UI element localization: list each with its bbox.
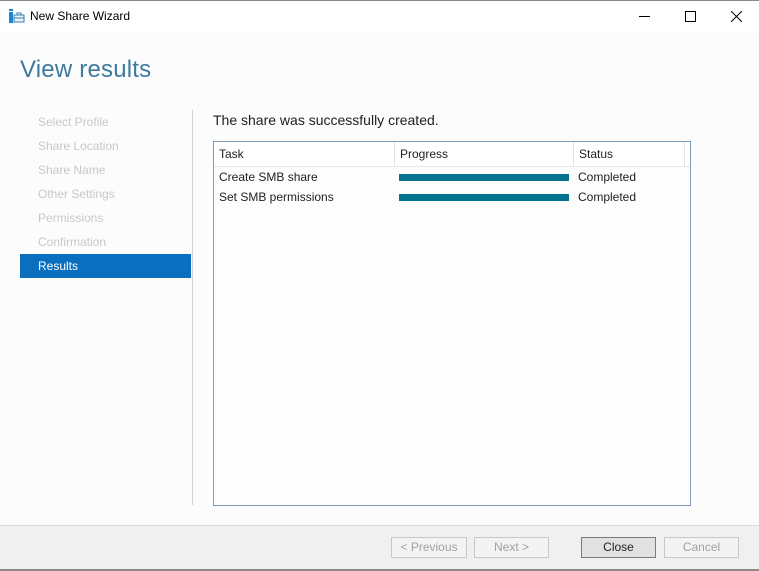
close-button[interactable]: Close xyxy=(581,537,656,558)
minimize-icon xyxy=(638,11,650,22)
close-icon xyxy=(730,10,742,22)
nav-step-confirmation[interactable]: Confirmation xyxy=(20,230,191,254)
window-title: New Share Wizard xyxy=(30,9,131,23)
maximize-button[interactable] xyxy=(667,1,713,31)
progress-bar xyxy=(399,194,569,201)
nav-step-select-profile[interactable]: Select Profile xyxy=(20,110,191,134)
task-name: Set SMB permissions xyxy=(219,190,334,204)
maximize-icon xyxy=(684,10,696,22)
previous-button[interactable]: < Previous xyxy=(391,537,467,558)
wizard-steps-nav: Select Profile Share Location Share Name… xyxy=(20,110,191,278)
results-list[interactable]: Task Progress Status Create SMB share Co… xyxy=(213,141,691,506)
cancel-button[interactable]: Cancel xyxy=(664,537,739,558)
result-message: The share was successfully created. xyxy=(213,112,439,128)
task-name: Create SMB share xyxy=(219,170,318,184)
page-title: View results xyxy=(20,56,152,83)
column-header-task[interactable]: Task xyxy=(214,142,395,166)
share-wizard-icon xyxy=(9,9,25,23)
task-status: Completed xyxy=(578,170,637,184)
table-row[interactable]: Create SMB share Completed xyxy=(214,167,690,187)
nav-step-permissions[interactable]: Permissions xyxy=(20,206,191,230)
task-status: Completed xyxy=(578,190,637,204)
nav-step-share-location[interactable]: Share Location xyxy=(20,134,191,158)
column-header-status[interactable]: Status xyxy=(574,142,685,166)
next-button[interactable]: Next > xyxy=(474,537,549,558)
table-row[interactable]: Set SMB permissions Completed xyxy=(214,187,690,207)
column-header-progress[interactable]: Progress xyxy=(395,142,574,166)
minimize-button[interactable] xyxy=(621,1,667,31)
progress-bar xyxy=(399,174,569,181)
nav-step-results[interactable]: Results xyxy=(20,254,191,278)
nav-step-other-settings[interactable]: Other Settings xyxy=(20,182,191,206)
nav-step-share-name[interactable]: Share Name xyxy=(20,158,191,182)
close-window-button[interactable] xyxy=(713,1,759,31)
nav-divider xyxy=(192,110,193,505)
results-list-header: Task Progress Status xyxy=(214,142,690,167)
